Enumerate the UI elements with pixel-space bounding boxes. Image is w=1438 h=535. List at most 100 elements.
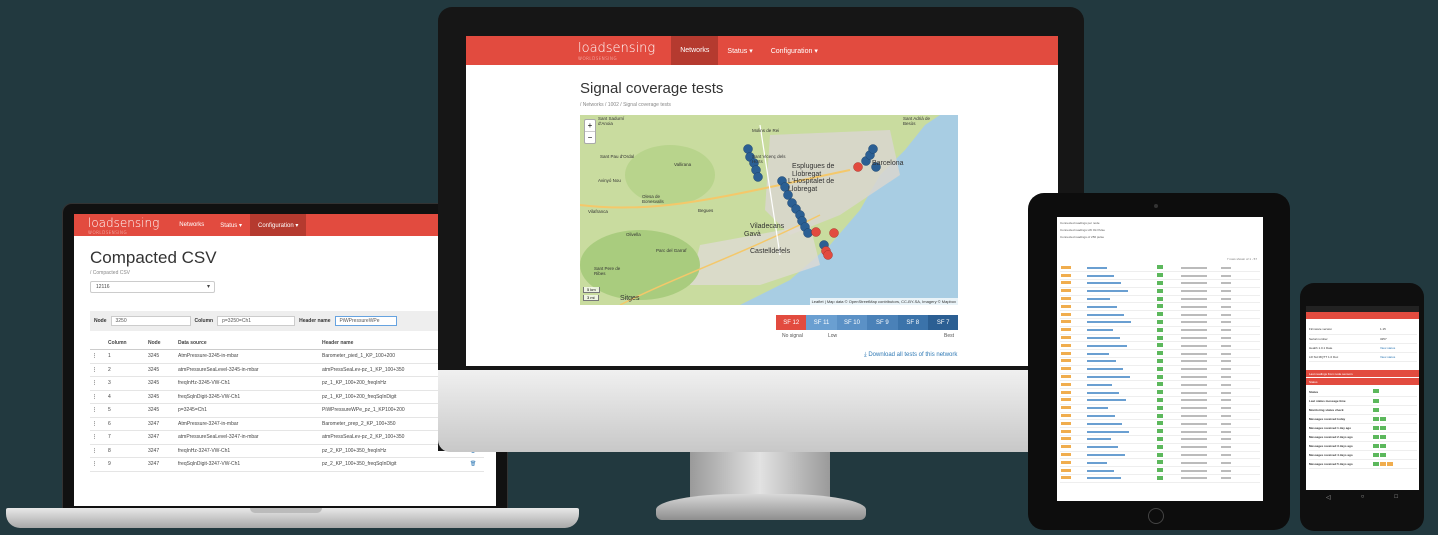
table-row[interactable] [1060,318,1260,327]
legend-item-sf-9[interactable]: SF 9 [867,315,898,330]
table-row[interactable]: ⋮ 8 3247 freqInHz-3247-VW-Ch1 pz_2_KP_100+35… [90,444,484,458]
phone-section-status[interactable]: Status [1306,377,1419,385]
row-name-link[interactable] [1086,373,1156,382]
legend-item-sf-8[interactable]: SF 8 [897,315,928,330]
row-name-link[interactable] [1086,295,1156,304]
nav-configuration[interactable]: Configuration ▾ [762,36,827,65]
drag-handle-icon[interactable]: ⋮ [90,363,106,377]
table-row[interactable]: ⋮ 6 3247 AtmPressure-3247-in-mbar Barometer_… [90,417,484,431]
coverage-point-no-signal[interactable] [823,250,833,260]
coverage-point-no-signal[interactable] [829,228,839,238]
network-select[interactable]: 12116 [90,281,215,293]
table-row[interactable]: ⋮ 3 3245 freqInHz-3245-VW-Ch1 pz_1_KP_100+20… [90,376,484,391]
drag-handle-icon[interactable]: ⋮ [90,376,106,391]
table-row[interactable] [1060,380,1260,390]
table-row[interactable]: ⋮ 4 3245 freqSqInDigit-3245-VW-Ch1 pz_1_KP_1… [90,390,484,404]
table-row[interactable] [1060,373,1260,382]
breadcrumb[interactable]: / Networks / 1002 / Signal coverage test… [580,102,1058,108]
legend-item-sf-10[interactable]: SF 10 [836,315,868,330]
table-row[interactable] [1060,341,1260,351]
row-name-link[interactable] [1086,318,1156,327]
table-row[interactable]: ⋮ 5 3245 p=3245=Ch1 PiWPressureWPe_pz_1_KP10… [90,403,484,418]
table-row[interactable] [1060,349,1260,359]
home-icon[interactable]: ○ [1361,494,1365,502]
column-select[interactable]: p=3250=Ch1 [217,316,296,326]
row-name-link[interactable] [1086,264,1156,273]
table-row[interactable] [1060,427,1260,437]
zoom-in-button[interactable]: + [585,120,595,131]
table-row[interactable] [1060,435,1260,444]
table-row[interactable] [1060,287,1260,296]
nav-status[interactable]: Status ▾ [212,214,250,236]
table-row[interactable] [1060,474,1260,483]
row-name-link[interactable] [1086,451,1156,460]
table-row[interactable] [1060,419,1260,429]
nav-configuration[interactable]: Configuration ▾ [250,214,307,236]
row-name-link[interactable] [1086,287,1156,296]
table-row[interactable] [1060,326,1260,335]
drag-handle-icon[interactable]: ⋮ [90,349,106,364]
drag-handle-icon[interactable]: ⋮ [90,444,106,458]
coverage-point-good[interactable] [868,144,878,154]
zoom-out-button[interactable]: − [585,131,595,143]
table-row[interactable] [1060,357,1260,366]
breadcrumb[interactable]: / Compacted CSV [90,270,496,276]
row-name-link[interactable] [1086,396,1156,405]
row-name-link[interactable] [1086,412,1156,421]
table-row[interactable]: ⋮ 7 3247 atmPressureSeaLevel-3247-in-mbar at… [90,430,484,445]
row-name-link[interactable] [1086,365,1156,374]
row-name-link[interactable] [1086,302,1156,312]
drag-handle-icon[interactable]: ⋮ [90,430,106,445]
tablet-home-button[interactable] [1148,508,1164,524]
legend-item-sf-7[interactable]: SF 7 [927,315,959,330]
table-row[interactable]: ⋮ 1 3245 AtmPressure-3245-in-mbar Barometer_… [90,349,484,364]
recent-apps-icon[interactable]: □ [1394,494,1398,502]
nav-networks[interactable]: Networks [671,36,719,65]
table-row[interactable] [1060,295,1260,304]
row-name-link[interactable] [1086,341,1156,351]
drag-handle-icon[interactable]: ⋮ [90,457,106,472]
row-name-link[interactable] [1086,349,1156,359]
table-row[interactable] [1060,271,1260,281]
drag-handle-icon[interactable]: ⋮ [90,390,106,404]
table-row[interactable] [1060,334,1260,343]
row-name-link[interactable] [1086,310,1156,320]
table-row[interactable] [1060,412,1260,421]
download-all-tests-link[interactable]: ⤓ Download all tests of this network [864,352,957,359]
row-name-link[interactable] [1086,443,1156,452]
row-name-link[interactable] [1086,326,1156,335]
table-row[interactable] [1060,388,1260,398]
row-name-link[interactable] [1086,427,1156,437]
brand-logo[interactable]: loadsensing WORLDSENSING [88,216,159,235]
row-name-link[interactable] [1086,474,1156,483]
delete-icon[interactable]: 🗑 [468,457,484,472]
row-name-link[interactable] [1086,334,1156,343]
table-row[interactable] [1060,404,1260,413]
row-name-link[interactable] [1086,380,1156,390]
phone-info-value[interactable]: View status [1379,352,1417,362]
drag-handle-icon[interactable]: ⋮ [90,403,106,418]
drag-handle-icon[interactable]: ⋮ [90,417,106,431]
nav-networks[interactable]: Networks [171,214,212,236]
row-name-link[interactable] [1086,458,1156,468]
coverage-point-good[interactable] [753,172,763,182]
row-name-link[interactable] [1086,271,1156,281]
row-name-link[interactable] [1086,279,1156,288]
table-row[interactable] [1060,451,1260,460]
table-row[interactable] [1060,302,1260,312]
table-row[interactable] [1060,310,1260,320]
phone-section-readings[interactable]: Last readings from node sensors [1306,369,1419,377]
brand-logo[interactable]: loadsensing WORLDSENSING [578,41,655,61]
back-icon[interactable]: ◁ [1326,494,1331,502]
row-name-link[interactable] [1086,388,1156,398]
table-row[interactable] [1060,443,1260,452]
coverage-point-good[interactable] [743,144,753,154]
row-name-link[interactable] [1086,404,1156,413]
row-name-link[interactable] [1086,419,1156,429]
table-row[interactable] [1060,396,1260,405]
header-name-input[interactable]: PiWPressureWPe [334,316,397,326]
table-row[interactable] [1060,365,1260,374]
table-row[interactable]: ⋮ 2 3245 atmPressureSeaLevel-3245-in-mbar at… [90,363,484,377]
row-name-link[interactable] [1086,357,1156,366]
table-row[interactable]: ⋮ 9 3247 freqSqInDigit-3247-VW-Ch1 pz_2_KP_1… [90,457,484,472]
